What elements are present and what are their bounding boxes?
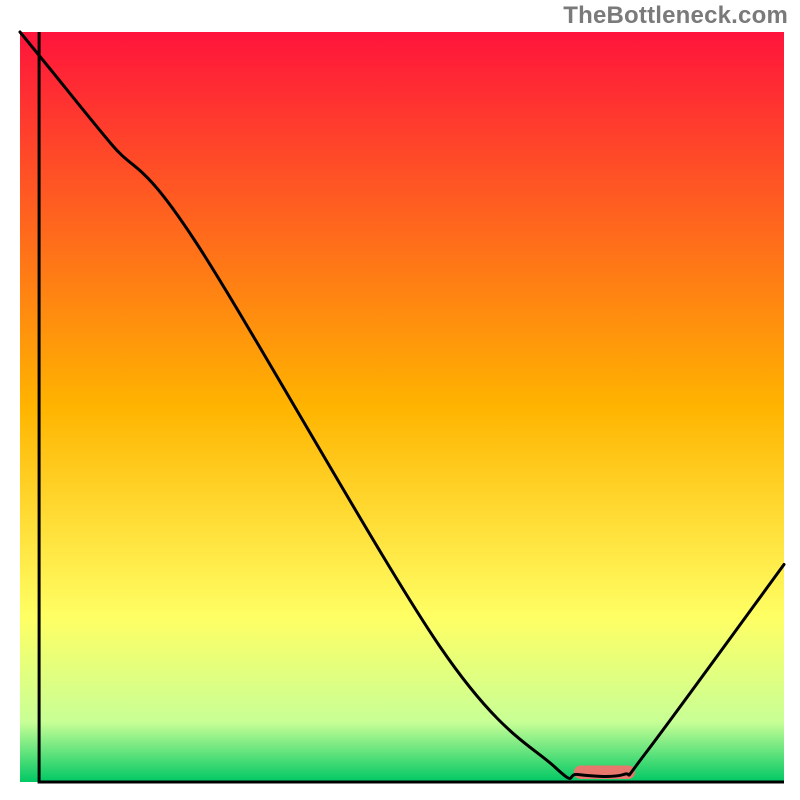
watermark-text: TheBottleneck.com (563, 2, 788, 30)
gradient-background (20, 32, 784, 782)
chart-container: TheBottleneck.com (0, 0, 800, 800)
bottleneck-chart (0, 0, 800, 800)
